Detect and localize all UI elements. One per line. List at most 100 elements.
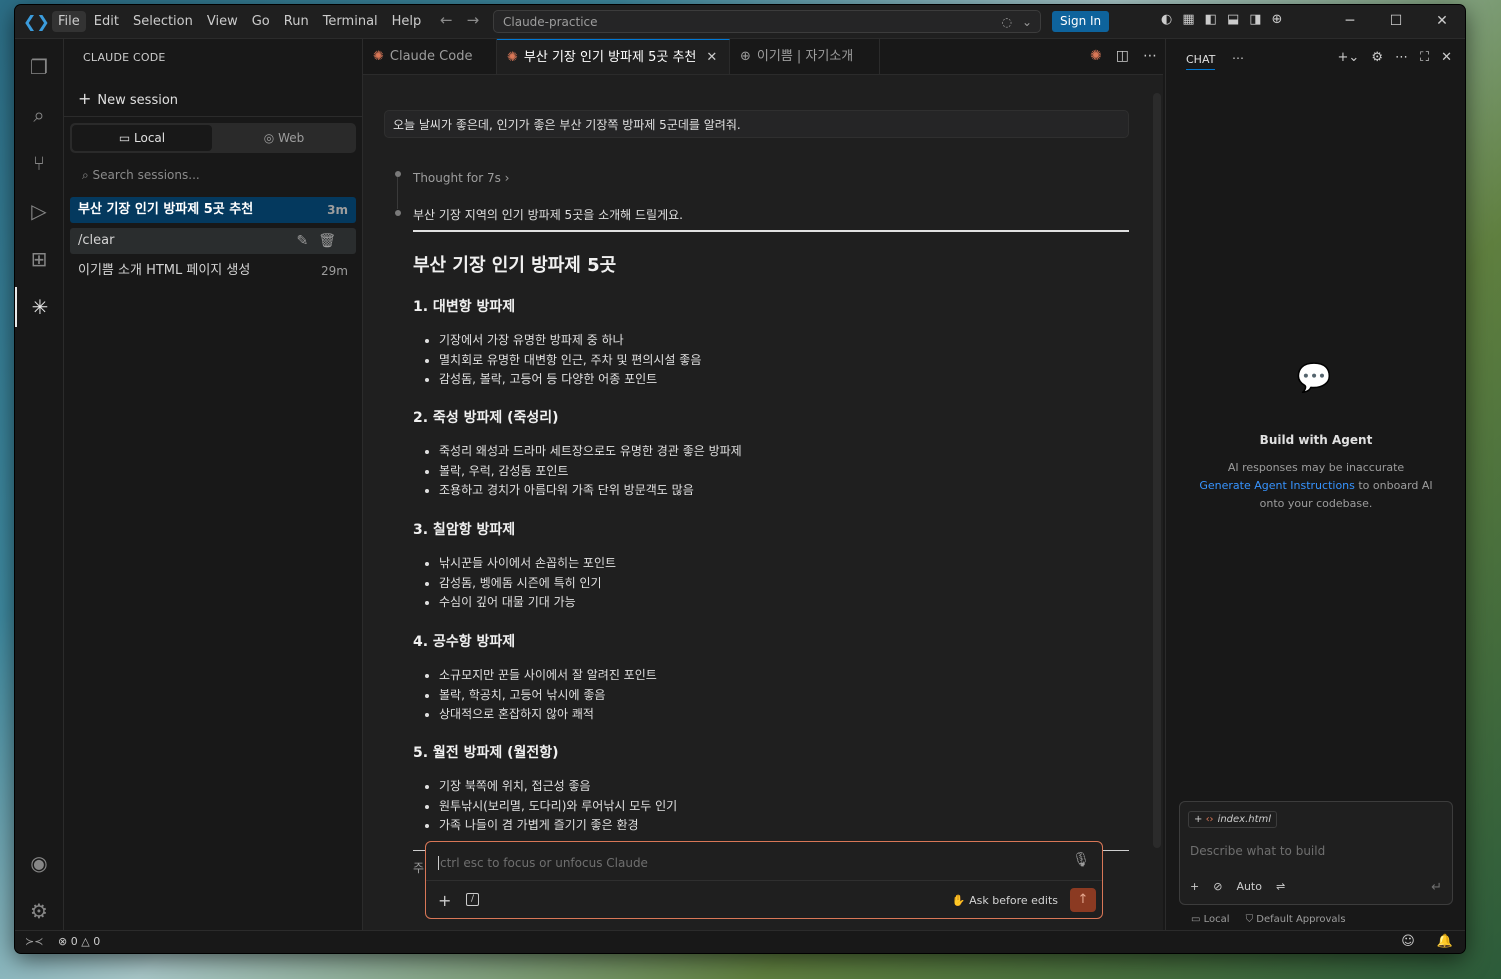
problems-indicator[interactable]: ⊗ 0 △ 0 — [58, 935, 100, 948]
notifications-bell-icon[interactable]: 🔔 — [1437, 934, 1453, 949]
add-icon[interactable]: + — [1190, 880, 1199, 893]
explorer-icon[interactable]: ❐ — [15, 47, 63, 87]
close-tab-icon[interactable]: ✕ — [706, 50, 717, 65]
claude-code-icon[interactable]: ✳ — [15, 287, 63, 327]
tab-chat[interactable]: CHAT — [1186, 53, 1216, 70]
back-arrow-icon[interactable]: ← — [440, 11, 453, 29]
add-context-icon[interactable]: + — [438, 891, 451, 910]
menu-run[interactable]: Run — [278, 11, 315, 32]
vscode-logo-icon: ❮❯ — [23, 12, 50, 31]
web-toggle[interactable]: ◎ Web — [214, 125, 354, 151]
more-actions-icon[interactable]: ⋯ — [1143, 39, 1157, 74]
search-sessions-input[interactable]: ⌕ Search sessions... — [82, 168, 200, 183]
menu-selection[interactable]: Selection — [127, 11, 199, 32]
local-target[interactable]: ▭ Local — [1191, 914, 1230, 925]
split-editor-icon[interactable]: ◫ — [1116, 39, 1129, 74]
slash-command-icon[interactable]: / — [466, 893, 479, 906]
tab-busan-session[interactable]: ✺ 부산 기장 인기 방파제 5곳 추천 ✕ — [497, 39, 730, 74]
maximize-panel-icon[interactable]: ⛶ — [1420, 50, 1429, 65]
chat-input[interactable]: Describe what to build — [1190, 844, 1325, 858]
claude-burst-icon[interactable]: ✺ — [1090, 39, 1102, 74]
menu-help[interactable]: Help — [386, 11, 428, 32]
activity-bar: ❐ ⌕ ⑂ ▷ ⊞ ✳ ◉ ⚙ — [15, 39, 64, 933]
new-chat-icon[interactable]: +⌄ — [1338, 50, 1360, 65]
monitor-icon: ▭ — [1191, 914, 1204, 925]
menu-terminal[interactable]: Terminal — [317, 11, 384, 32]
status-bar: ≻≺ ⊗ 0 △ 0 ☺ 🔔 — [15, 930, 1465, 953]
toggle-secondary-sidebar-icon[interactable]: ◨ — [1249, 12, 1261, 27]
menu-view[interactable]: View — [201, 11, 244, 32]
delete-trash-icon[interactable]: 🗑 — [318, 233, 346, 249]
session-label: /clear — [78, 233, 115, 248]
ask-mode-toggle[interactable]: ✋ Ask before edits — [952, 894, 1058, 907]
default-approvals[interactable]: ⛉ Default Approvals — [1246, 914, 1346, 925]
sign-in-button[interactable]: Sign In — [1052, 11, 1110, 32]
divider — [426, 880, 1102, 881]
toggle-primary-sidebar-icon[interactable]: ◧ — [1205, 12, 1217, 27]
tab-intro-page[interactable]: ⊕ 이기쁨 | 자기소개 — [730, 39, 880, 74]
context-file-chip[interactable]: + ‹› index.html — [1188, 811, 1278, 828]
agent-disclaimer: AI responses may be inaccurate — [1227, 461, 1405, 474]
send-button[interactable]: ↑ — [1070, 888, 1096, 912]
generate-instructions-link[interactable]: Generate Agent Instructions — [1199, 479, 1355, 492]
settings-gear-icon[interactable]: ⚙ — [15, 891, 63, 931]
tools-icon[interactable]: ⊘ — [1213, 880, 1222, 893]
assistant-intro: 부산 기장 지역의 인기 방파제 5곳을 소개해 드릴게요. — [413, 208, 683, 222]
close-window-icon[interactable]: ✕ — [1419, 5, 1465, 38]
monitor-icon: ▭ — [118, 131, 135, 145]
claude-prompt-box[interactable]: ctrl esc to focus or unfocus Claude 🎙 + … — [425, 841, 1103, 919]
menu-go[interactable]: Go — [246, 11, 276, 32]
local-target-label: Local — [1203, 914, 1230, 925]
chevron-right-icon: › — [500, 171, 510, 185]
chat-more-icon[interactable]: ⋯ — [1395, 50, 1408, 65]
customize-layout-icon[interactable]: ▦ — [1182, 12, 1194, 27]
copilot-icon[interactable]: ◐ — [1161, 12, 1172, 27]
run-debug-icon[interactable]: ▷ — [15, 191, 63, 231]
rename-pencil-icon[interactable]: ✎ — [296, 233, 318, 249]
search-icon[interactable]: ⌕ — [15, 95, 63, 135]
source-control-icon[interactable]: ⑂ — [15, 143, 63, 183]
editor-scrollbar[interactable] — [1153, 93, 1161, 848]
session-age: 29m — [321, 264, 348, 278]
warning-icon: △ — [81, 935, 94, 948]
account-icon[interactable]: ◉ — [15, 843, 63, 883]
chip-label: index.html — [1217, 814, 1272, 825]
minimize-icon[interactable]: ─ — [1327, 5, 1373, 38]
thought-toggle[interactable]: Thought for 7s › — [413, 171, 509, 185]
chevron-down-icon[interactable]: ⌄ — [1022, 11, 1032, 34]
session-item[interactable]: 이기쁨 소개 HTML 페이지 생성 29m — [70, 258, 356, 284]
session-item[interactable]: /clear ✎🗑 — [70, 228, 356, 254]
local-toggle[interactable]: ▭ Local — [72, 125, 212, 151]
chat-toggle-icon[interactable]: ◌ — [1001, 11, 1011, 34]
globe-small-icon: ◎ — [263, 131, 279, 145]
globe-icon[interactable]: ⊕ — [1272, 12, 1283, 27]
menu-edit[interactable]: Edit — [88, 11, 125, 32]
copilot-status-icon[interactable]: ☺ — [1401, 934, 1415, 949]
new-session-button[interactable]: + New session — [78, 89, 178, 108]
chat-input-box[interactable]: + ‹› index.html Describe what to build + … — [1179, 801, 1453, 905]
sidebar-title: CLAUDE CODE — [83, 51, 166, 64]
agent-subtitle: AI responses may be inaccurate Generate … — [1196, 459, 1436, 513]
prompt-input[interactable]: ctrl esc to focus or unfocus Claude — [438, 856, 648, 870]
mode-picker[interactable]: Auto — [1236, 880, 1262, 893]
menu-file[interactable]: File — [52, 11, 86, 32]
section-list: 기장 북쪽에 위치, 접근성 좋음 원투낚시(보리멸, 도다리)와 루어낚시 모… — [423, 777, 677, 836]
session-item-active[interactable]: 부산 기장 인기 방파제 5곳 추천 3m — [70, 197, 356, 223]
command-center[interactable]: Claude-practice ◌ ⌄ — [493, 10, 1041, 33]
more-icon[interactable]: ⋯ — [1232, 51, 1244, 65]
send-enter-icon[interactable]: ↵ — [1431, 880, 1442, 895]
microphone-icon[interactable]: 🎙 — [1072, 852, 1090, 868]
extensions-icon[interactable]: ⊞ — [15, 239, 63, 279]
toggle-panel-icon[interactable]: ⬓ — [1227, 12, 1239, 27]
layout-controls: ◐ ▦ ◧ ⬓ ◨ ⊕ — [1161, 12, 1282, 27]
tab-claude-code[interactable]: ✺ Claude Code — [363, 39, 497, 74]
session-age: 3m — [327, 203, 348, 217]
close-panel-icon[interactable]: ✕ — [1441, 50, 1452, 65]
hand-icon: ✋ — [951, 894, 970, 907]
chat-settings-icon[interactable]: ⚙ — [1371, 50, 1383, 65]
forward-arrow-icon[interactable]: → — [467, 11, 480, 29]
divider — [64, 116, 362, 117]
maximize-icon[interactable]: ☐ — [1373, 5, 1419, 38]
configure-tools-icon[interactable]: ⇌ — [1276, 880, 1285, 893]
remote-icon[interactable]: ≻≺ — [25, 935, 43, 948]
